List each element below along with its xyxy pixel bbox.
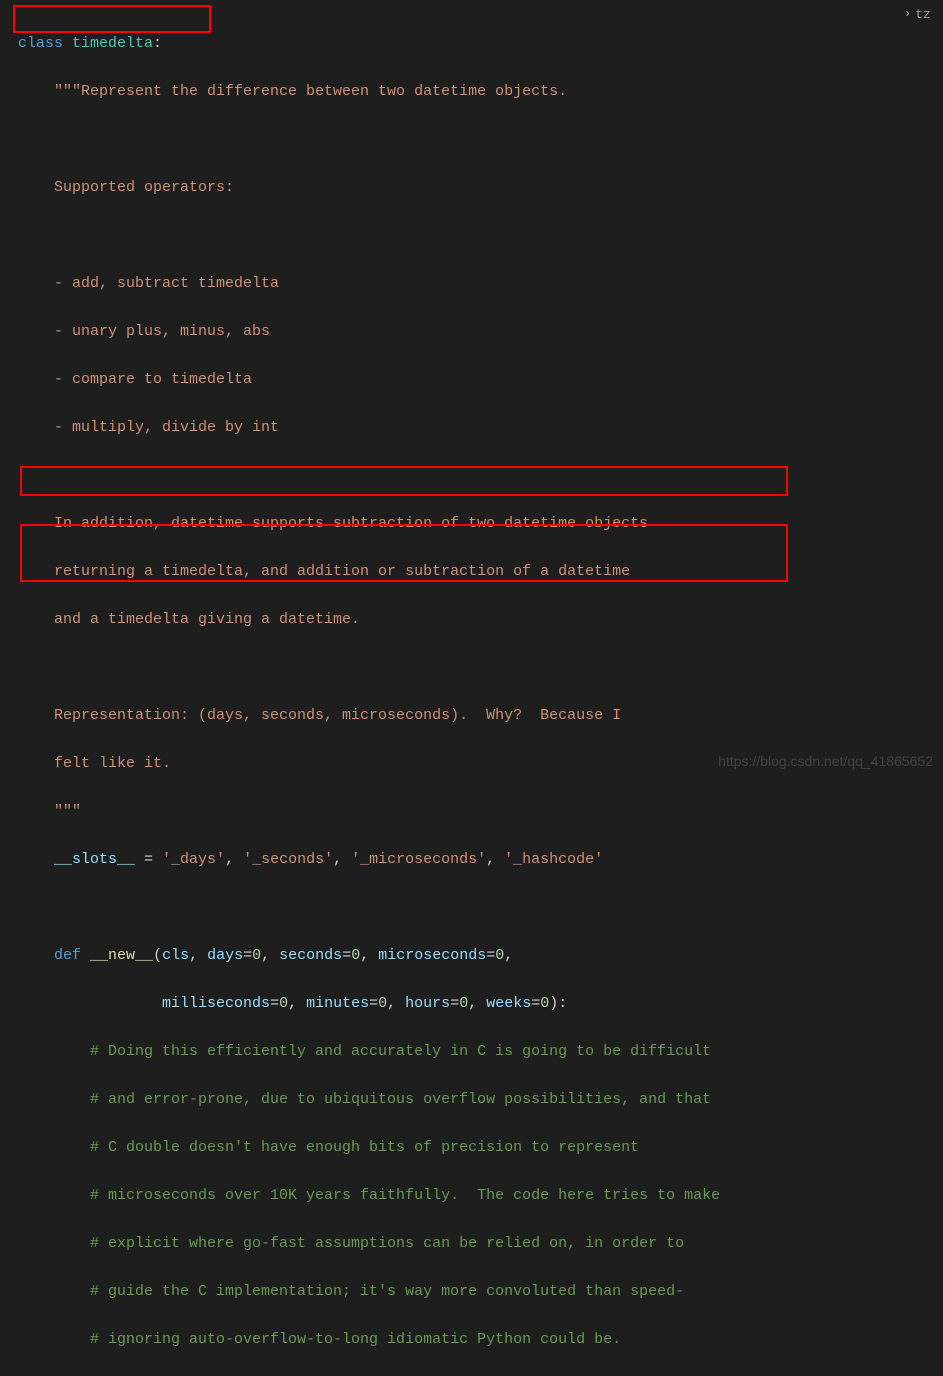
variable: __slots__ [18,851,135,868]
chevron-right-icon: › [904,5,911,24]
code-line: Supported operators: [18,176,902,200]
code-line [18,224,902,248]
code-line: - add, subtract timedelta [18,272,902,296]
code-line: """ [18,800,902,824]
function-name: __new__ [90,947,153,964]
code-line [18,656,902,680]
code-line: """Represent the difference between two … [18,80,902,104]
code-line: # ignoring auto-overflow-to-long idiomat… [18,1328,902,1352]
code-line: In addition, datetime supports subtracti… [18,512,902,536]
code-line: - compare to timedelta [18,368,902,392]
code-line: felt like it. [18,752,902,776]
class-name: timedelta [72,35,153,52]
code-editor[interactable]: class timedelta: """Represent the differ… [0,0,902,776]
code-line: returning a timedelta, and addition or s… [18,560,902,584]
keyword: def [54,947,81,964]
code-line: # guide the C implementation; it's way m… [18,1280,902,1304]
code-content: class timedelta: """Represent the differ… [18,8,902,1376]
code-line [18,128,902,152]
code-line: def __new__(cls, days=0, seconds=0, micr… [18,944,902,968]
code-line: # microseconds over 10K years faithfully… [18,1184,902,1208]
keyword: class [18,35,63,52]
breadcrumb-bar[interactable]: › tz [902,4,943,26]
code-line: # Doing this efficiently and accurately … [18,1040,902,1064]
code-line: - multiply, divide by int [18,416,902,440]
code-line: milliseconds=0, minutes=0, hours=0, week… [18,992,902,1016]
code-line: class timedelta: [18,32,902,56]
code-line [18,464,902,488]
code-line: # explicit where go-fast assumptions can… [18,1232,902,1256]
code-line [18,896,902,920]
code-line: and a timedelta giving a datetime. [18,608,902,632]
code-line: # and error-prone, due to ubiquitous ove… [18,1088,902,1112]
code-line: - unary plus, minus, abs [18,320,902,344]
code-line: __slots__ = '_days', '_seconds', '_micro… [18,848,902,872]
code-line: Representation: (days, seconds, microsec… [18,704,902,728]
code-line: # C double doesn't have enough bits of p… [18,1136,902,1160]
breadcrumb-label: tz [915,5,931,26]
